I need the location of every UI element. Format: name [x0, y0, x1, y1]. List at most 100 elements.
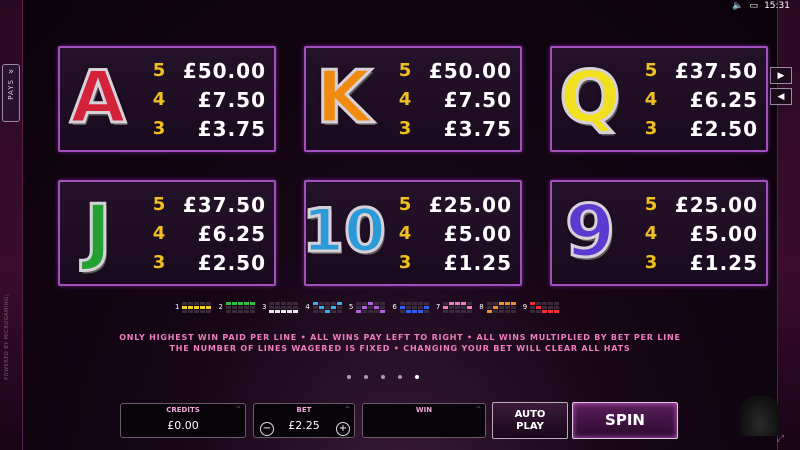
- speaker-icon[interactable]: 🔈: [732, 1, 743, 11]
- pay-row: 3 £1.25: [396, 248, 516, 277]
- spin-button[interactable]: SPIN: [572, 402, 678, 439]
- payout-amount: £1.25: [689, 250, 758, 275]
- pay-row: 4 £7.50: [396, 85, 516, 114]
- match-count: 5: [398, 60, 412, 81]
- pay-row: 3 £3.75: [150, 114, 270, 143]
- payline-pattern-icon: [182, 301, 212, 313]
- symbol-j-icon: J: [83, 189, 113, 273]
- pay-rows: 5 £37.50 4 £6.25 3 £2.50: [642, 56, 762, 143]
- payline-number: 1: [175, 303, 180, 311]
- pay-row: 5 £37.50: [150, 190, 270, 219]
- payline-number: 3: [261, 303, 267, 311]
- paylines-legend: 1 2 3 4 5 6 7 8 9: [175, 300, 560, 314]
- symbol-a-icon: A: [69, 55, 128, 139]
- payline-number: 2: [218, 303, 223, 311]
- payout-amount: £1.25: [443, 250, 512, 275]
- payout-amount: £7.50: [443, 87, 512, 112]
- payout-amount: £2.50: [197, 250, 266, 275]
- payout-amount: £50.00: [182, 58, 266, 83]
- match-count: 4: [644, 223, 658, 244]
- payline-item: 7: [435, 301, 473, 313]
- match-count: 5: [644, 194, 658, 215]
- triangle-left-icon: ◀: [777, 91, 785, 102]
- pay-row: 5 £50.00: [396, 56, 516, 85]
- bet-increase-button[interactable]: +: [336, 422, 350, 436]
- match-count: 3: [152, 118, 166, 139]
- match-count: 3: [644, 252, 658, 273]
- payline-pattern-icon: [312, 301, 342, 313]
- pay-row: 3 £3.75: [396, 114, 516, 143]
- match-count: 4: [644, 89, 658, 110]
- caret-up-icon: ^: [475, 406, 481, 413]
- autoplay-label-1: AUTO: [514, 408, 546, 420]
- pay-row: 4 £5.00: [396, 219, 516, 248]
- pay-rows: 5 £25.00 4 £5.00 3 £1.25: [396, 190, 516, 277]
- match-count: 3: [644, 118, 658, 139]
- page-dot[interactable]: [381, 375, 385, 379]
- payline-pattern-icon: [443, 301, 473, 313]
- pay-row: 4 £6.25: [150, 219, 270, 248]
- payout-amount: £2.50: [689, 116, 758, 141]
- page-dot[interactable]: [415, 375, 419, 379]
- pay-row: 5 £50.00: [150, 56, 270, 85]
- pays-tab[interactable]: » PAYS: [2, 64, 20, 122]
- symbol-10-icon: 10: [301, 196, 387, 266]
- page-dot[interactable]: [398, 375, 402, 379]
- payline-pattern-icon: [530, 301, 560, 313]
- rules-line-1: ONLY HIGHEST WIN PAID PER LINE • ALL WIN…: [119, 333, 681, 342]
- status-bar: 🔈 ▭ 15:31: [732, 1, 790, 11]
- pay-row: 3 £2.50: [150, 248, 270, 277]
- autoplay-button[interactable]: AUTO PLAY: [492, 402, 568, 439]
- pay-row: 4 £5.00: [642, 219, 762, 248]
- payout-amount: £3.75: [197, 116, 266, 141]
- payline-number: 7: [435, 303, 441, 311]
- match-count: 4: [152, 89, 166, 110]
- payline-pattern-icon: [356, 301, 386, 313]
- payline-pattern-icon: [269, 301, 299, 313]
- paytable-panel-j: J 5 £37.50 4 £6.25 3 £2.50: [58, 180, 276, 286]
- triangle-right-icon: ▶: [777, 70, 785, 81]
- payline-number: 9: [522, 303, 528, 311]
- win-display: WIN ^: [362, 403, 486, 438]
- payline-item: 4: [305, 301, 342, 313]
- pay-row: 4 £7.50: [150, 85, 270, 114]
- payline-item: 6: [392, 301, 429, 313]
- payline-item: 8: [479, 301, 516, 313]
- payline-pattern-icon: [399, 301, 429, 313]
- paytable-panel-q: Q 5 £37.50 4 £6.25 3 £2.50: [550, 46, 768, 152]
- autoplay-label-2: PLAY: [516, 420, 544, 432]
- payout-amount: £6.25: [689, 87, 758, 112]
- payline-number: 6: [392, 303, 397, 311]
- pay-row: 3 £1.25: [642, 248, 762, 277]
- bet-decrease-button[interactable]: −: [260, 422, 274, 436]
- symbol-k-icon: K: [315, 55, 374, 139]
- payout-amount: £50.00: [428, 58, 512, 83]
- paytable-panel-k: K 5 £50.00 4 £7.50 3 £3.75: [304, 46, 522, 152]
- payline-item: 3: [261, 301, 299, 313]
- pay-rows: 5 £37.50 4 £6.25 3 £2.50: [150, 190, 270, 277]
- prev-page-button[interactable]: ◀: [770, 88, 792, 105]
- match-count: 5: [152, 60, 166, 81]
- pays-tab-label: PAYS: [7, 79, 15, 100]
- payline-pattern-icon: [225, 301, 255, 313]
- symbol-q-icon: Q: [558, 55, 622, 139]
- payline-pattern-icon: [486, 301, 516, 313]
- caret-up-icon: ^: [344, 406, 350, 413]
- payout-amount: £7.50: [197, 87, 266, 112]
- caret-up-icon: ^: [235, 406, 241, 413]
- chevron-double-right-icon: »: [8, 67, 14, 77]
- page-dot[interactable]: [347, 375, 351, 379]
- match-count: 5: [152, 194, 166, 215]
- payout-amount: £25.00: [428, 192, 512, 217]
- payout-amount: £3.75: [443, 116, 512, 141]
- payline-number: 8: [479, 303, 484, 311]
- payout-amount: £25.00: [674, 192, 758, 217]
- expand-icon[interactable]: ⤢: [777, 434, 784, 444]
- payout-amount: £37.50: [674, 58, 758, 83]
- game-stage: 🔈 ▭ 15:31 » PAYS POWERED BY MICROGAMING™…: [0, 0, 800, 450]
- pay-rows: 5 £25.00 4 £5.00 3 £1.25: [642, 190, 762, 277]
- page-dot[interactable]: [364, 375, 368, 379]
- next-page-button[interactable]: ▶: [770, 67, 792, 84]
- bet-label: BET: [296, 406, 312, 414]
- top-hat-icon: [740, 396, 780, 436]
